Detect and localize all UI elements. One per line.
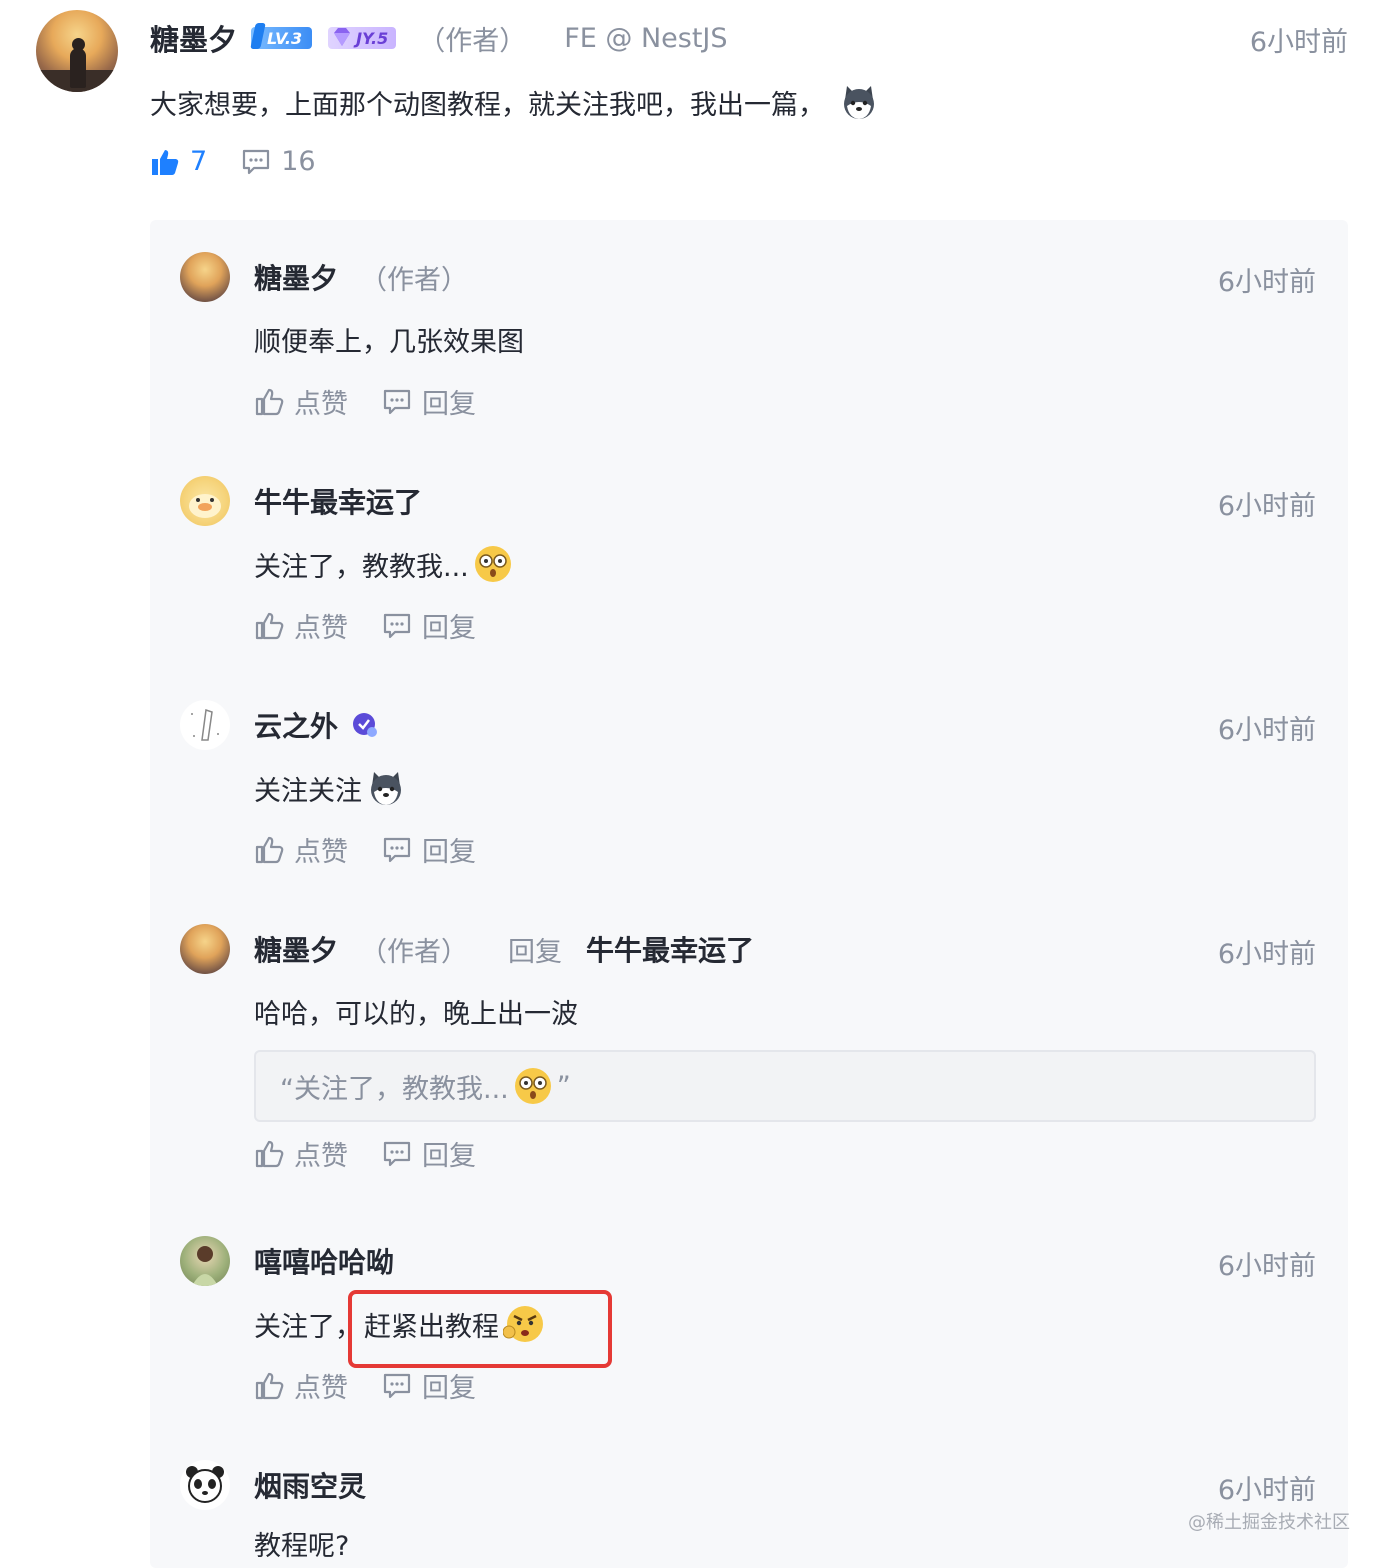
sub-comment-text: 关注关注 [254,775,362,807]
thumbs-up-icon [255,388,284,415]
reply-count: 16 [281,146,316,177]
level-badge[interactable]: LV.3 [251,27,313,49]
reply-button[interactable]: 回复 [382,1134,476,1173]
husky-emoji-icon [371,772,401,805]
root-reply-button[interactable]: 16 [241,146,316,177]
sub-comment: 嘻嘻哈哈呦 6小时前 关注了， 赶紧出教程 点赞 回复 [150,1228,1348,1428]
sub-comment-text-a: 关注了， [254,1311,362,1343]
sub-comment: 牛牛最幸运了 6小时前 关注了，教教我... 点赞 回复 [150,468,1348,668]
like-button[interactable]: 点赞 [254,606,348,645]
sub-timestamp: 6小时前 [1217,267,1316,298]
thumbs-up-icon [255,1372,284,1399]
sub-comment-list: 糖墨夕 （作者） 6小时前 顺便奉上，几张效果图 点赞 回复 牛牛最幸运了 6小… [150,220,1348,1568]
panda-avatar-icon [186,1466,224,1503]
like-button[interactable]: 点赞 [254,1366,348,1405]
sub-username[interactable]: 牛牛最幸运了 [254,481,422,521]
sub-username[interactable]: 糖墨夕 [254,257,338,297]
highlight-box [348,1290,612,1368]
job-title: FE @ NestJS [564,22,728,54]
husky-emoji-icon [844,86,874,119]
reply-button[interactable]: 回复 [382,830,476,869]
reply-button[interactable]: 回复 [382,382,476,421]
avatar[interactable] [180,1460,230,1510]
root-avatar[interactable] [36,10,118,92]
reply-label: 回复 [422,1373,476,1404]
reply-to-label: 回复 [508,936,563,968]
comment-icon [243,149,270,174]
sub-username[interactable]: 嘻嘻哈哈呦 [254,1241,394,1281]
reply-label: 回复 [422,389,476,420]
sub-comment: 云之外 6小时前 关注关注 点赞 回复 [150,692,1348,892]
jy-badge-label: JY.5 [356,28,389,48]
avatar[interactable] [180,476,230,526]
sub-username[interactable]: 烟雨空灵 [254,1465,366,1505]
root-username[interactable]: 糖墨夕 [150,17,237,59]
like-label: 点赞 [294,1141,348,1172]
author-tag: （作者） [360,936,469,968]
like-label: 点赞 [294,613,348,644]
thumbs-up-icon [255,1140,284,1167]
root-like-button[interactable]: 7 [150,146,207,177]
like-label: 点赞 [294,1373,348,1404]
root-comment-text: 大家想要，上面那个动图教程，就关注我吧，我出一篇， [150,82,879,122]
reply-target-username[interactable]: 牛牛最幸运了 [586,929,754,969]
dazed-emoji-icon [514,1068,551,1104]
quoted-parent-comment[interactable]: “关注了，教教我... ” [254,1050,1316,1122]
reply-label: 回复 [422,1141,476,1172]
person-avatar-icon [192,1246,218,1286]
sub-comment: 糖墨夕 （作者） 6小时前 顺便奉上，几张效果图 点赞 回复 [150,244,1348,444]
sub-username[interactable]: 糖墨夕 [254,929,338,969]
sub-comment: 烟雨空灵 6小时前 教程呢? [150,1452,1348,1568]
thumbs-up-icon [255,836,284,863]
like-label: 点赞 [294,837,348,868]
verified-badge-icon [353,713,378,737]
author-tag: （作者） [418,25,527,57]
sub-comment-text: 关注了，教教我... [254,551,469,583]
sub-comment-text: 教程呢? [254,1531,350,1562]
sub-timestamp: 6小时前 [1217,1251,1316,1282]
comment-icon [383,613,411,638]
quote-text: “关注了，教教我... [280,1073,509,1105]
rocket-avatar-icon [191,709,219,741]
root-timestamp: 6小时前 [1249,27,1348,58]
sub-username[interactable]: 云之外 [254,705,338,745]
root-text: 大家想要，上面那个动图教程，就关注我吧，我出一篇， [150,89,825,121]
like-label: 点赞 [294,389,348,420]
quote-close: ” [556,1070,571,1102]
root-actions: 7 16 [150,146,350,177]
like-button[interactable]: 点赞 [254,1134,348,1173]
reply-button[interactable]: 回复 [382,606,476,645]
comment-icon [383,389,411,414]
author-tag: （作者） [360,264,469,296]
avatar[interactable] [180,924,230,974]
reply-label: 回复 [422,837,476,868]
thumbs-up-icon [255,612,284,639]
like-button[interactable]: 点赞 [254,382,348,421]
comment-icon [383,837,411,862]
like-count: 7 [190,146,208,177]
jy-badge[interactable]: JY.5 [328,27,397,49]
diamond-icon [334,28,351,46]
comment-icon [383,1141,411,1166]
duck-avatar-icon [189,494,221,518]
thumbs-up-icon [152,149,179,175]
sub-timestamp: 6小时前 [1217,1475,1316,1506]
avatar[interactable] [180,700,230,750]
sub-comment: 糖墨夕 （作者） 回复 牛牛最幸运了 6小时前 哈哈，可以的，晚上出一波 “关注… [150,916,1348,1196]
sub-timestamp: 6小时前 [1217,491,1316,522]
watermark: @稀土掘金技术社区 [1188,1512,1350,1533]
sub-comment-text: 顺便奉上，几张效果图 [254,327,524,358]
level-badge-label: LV.3 [267,28,303,48]
sub-timestamp: 6小时前 [1217,715,1316,746]
reply-button[interactable]: 回复 [382,1366,476,1405]
avatar[interactable] [180,252,230,302]
root-comment-header: 糖墨夕 LV.3 JY.5 （作者） FE @ NestJS [150,16,728,60]
comment-icon [383,1373,411,1398]
reply-label: 回复 [422,613,476,644]
sub-timestamp: 6小时前 [1217,939,1316,970]
like-button[interactable]: 点赞 [254,830,348,869]
dazed-emoji-icon [474,546,511,582]
sub-comment-text: 哈哈，可以的，晚上出一波 [254,999,578,1030]
avatar[interactable] [180,1236,230,1286]
